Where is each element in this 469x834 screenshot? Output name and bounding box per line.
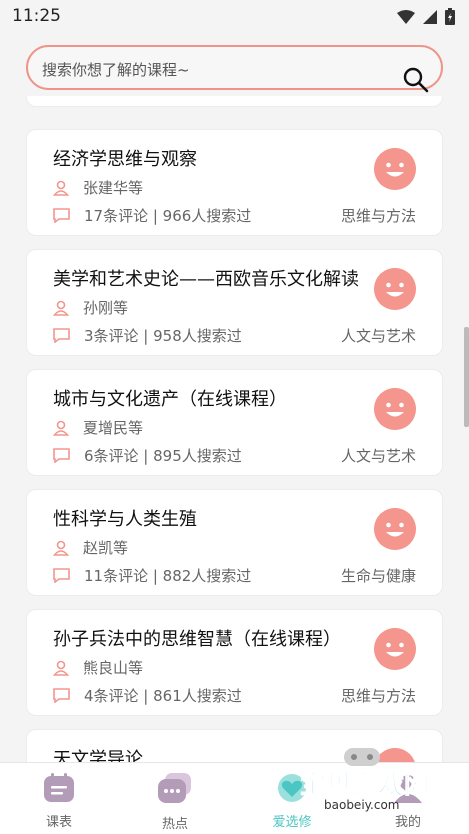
course-teacher: 张建华等 [53, 177, 143, 198]
comment-icon [53, 448, 70, 463]
person-icon [53, 540, 69, 556]
search-placeholder: 搜索你想了解的课程~ [42, 61, 190, 79]
course-title: 性科学与人类生殖 [53, 509, 197, 530]
watermark: 宝贝游戏网 baobeiy.com [280, 742, 440, 832]
course-category: 思维与方法 [340, 207, 416, 225]
course-category: 人文与艺术 [340, 327, 416, 345]
course-stats-text: 17条评论 | 966人搜索过 [84, 207, 252, 225]
nav-label: 热点 [161, 817, 188, 832]
course-title: 美学和艺术史论——西欧音乐文化解读 [53, 269, 359, 290]
course-title: 天文学导论 [53, 749, 143, 762]
search-icon[interactable] [403, 67, 429, 93]
smiley-face-icon [374, 148, 416, 190]
person-icon [53, 300, 69, 316]
course-teacher-name: 张建华等 [83, 179, 144, 197]
course-stats-text: 3条评论 | 958人搜索过 [84, 327, 242, 345]
course-card[interactable]: 经济学思维与观察 张建华等 17条评论 | 966人搜索过 思维与方法 [26, 129, 443, 236]
status-icons [397, 8, 455, 25]
scrollbar[interactable] [464, 327, 469, 427]
course-teacher: 孙刚等 [53, 297, 128, 318]
person-icon [53, 660, 69, 676]
person-icon [53, 420, 69, 436]
smiley-face-icon [374, 628, 416, 670]
status-time: 11:25 [12, 6, 61, 26]
signal-icon [423, 9, 437, 24]
comment-icon [53, 328, 70, 343]
course-title: 经济学思维与观察 [53, 149, 197, 170]
course-teacher: 赵凯等 [53, 537, 128, 558]
course-stats: 6条评论 | 895人搜索过 [53, 445, 242, 466]
course-card-partial[interactable] [26, 96, 443, 107]
chat-bubble-icon [158, 773, 191, 803]
course-stats: 3条评论 | 958人搜索过 [53, 325, 242, 346]
comment-icon [53, 568, 70, 583]
comment-icon [53, 208, 70, 223]
course-teacher: 熊良山等 [53, 657, 143, 678]
search-input[interactable]: 搜索你想了解的课程~ [26, 45, 443, 93]
comment-icon [53, 688, 70, 703]
course-stats: 11条评论 | 882人搜索过 [53, 565, 251, 586]
nav-label: 课表 [45, 815, 72, 830]
course-card[interactable]: 美学和艺术史论——西欧音乐文化解读 孙刚等 3条评论 | 958人搜索过 人文与… [26, 249, 443, 356]
status-bar: 11:25 [0, 0, 469, 34]
course-teacher: 夏增民等 [53, 417, 143, 438]
person-icon [53, 180, 69, 196]
wifi-icon [397, 9, 415, 24]
watermark-url: baobeiy.com [324, 798, 400, 812]
course-category: 人文与艺术 [340, 447, 416, 465]
watermark-text: 宝贝游戏网 [299, 770, 431, 801]
battery-icon [445, 8, 455, 25]
nav-item-hot[interactable]: 热点 [135, 773, 215, 832]
course-card[interactable]: 性科学与人类生殖 赵凯等 11条评论 | 882人搜索过 生命与健康 [26, 489, 443, 596]
course-stats-text: 11条评论 | 882人搜索过 [84, 567, 252, 585]
course-category: 思维与方法 [340, 687, 416, 705]
course-stats: 4条评论 | 861人搜索过 [53, 685, 242, 706]
course-stats: 17条评论 | 966人搜索过 [53, 205, 251, 226]
course-teacher-name: 夏增民等 [83, 419, 144, 437]
calendar-icon [44, 773, 74, 802]
course-stats-text: 6条评论 | 895人搜索过 [84, 447, 242, 465]
course-teacher-name: 孙刚等 [83, 299, 129, 317]
smiley-face-icon [374, 268, 416, 310]
nav-item-schedule[interactable]: 课表 [19, 773, 99, 830]
course-title: 孙子兵法中的思维智慧（在线课程） [53, 629, 341, 650]
course-teacher-name: 熊良山等 [83, 659, 144, 677]
course-card[interactable]: 城市与文化遗产（在线课程） 夏增民等 6条评论 | 895人搜索过 人文与艺术 [26, 369, 443, 476]
smiley-face-icon [374, 508, 416, 550]
course-teacher-name: 赵凯等 [83, 539, 129, 557]
course-category: 生命与健康 [340, 567, 416, 585]
course-card[interactable]: 孙子兵法中的思维智慧（在线课程） 熊良山等 4条评论 | 861人搜索过 思维与… [26, 609, 443, 716]
smiley-face-icon [374, 388, 416, 430]
course-title: 城市与文化遗产（在线课程） [53, 389, 287, 410]
course-stats-text: 4条评论 | 861人搜索过 [84, 687, 242, 705]
course-list[interactable]: 经济学思维与观察 张建华等 17条评论 | 966人搜索过 思维与方法 美学和艺… [0, 96, 469, 762]
